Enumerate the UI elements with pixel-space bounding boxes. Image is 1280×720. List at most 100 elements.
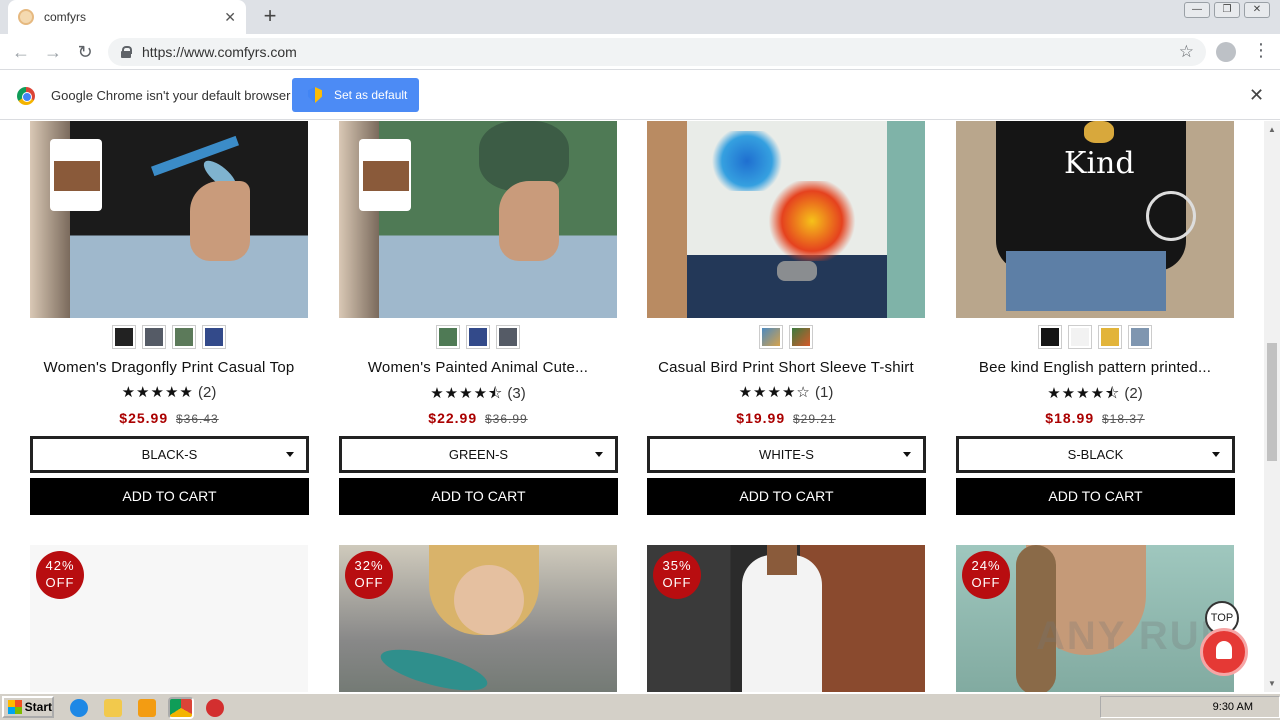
add-to-cart-button[interactable]: ADD TO CART xyxy=(956,478,1235,515)
profile-avatar[interactable] xyxy=(1216,42,1236,62)
product-image[interactable] xyxy=(30,121,308,318)
color-swatches xyxy=(339,325,617,349)
product-prices: $25.99 $36.43 xyxy=(30,410,308,426)
variant-value: GREEN-S xyxy=(448,447,509,462)
reload-button[interactable]: ↻ xyxy=(74,41,96,63)
folder-icon[interactable] xyxy=(104,699,122,717)
address-bar[interactable]: https://www.comfyrs.com ☆ xyxy=(108,38,1206,66)
forward-button[interactable]: → xyxy=(42,41,64,63)
variant-select[interactable]: WHITE-S xyxy=(647,436,926,473)
product-card[interactable]: 32% OFF xyxy=(339,545,617,692)
back-button[interactable]: ← xyxy=(10,41,32,63)
variant-value: BLACK-S xyxy=(141,447,198,462)
discount-off: OFF xyxy=(45,575,75,590)
tab-close-icon[interactable]: ✕ xyxy=(224,9,236,26)
add-to-cart-button[interactable]: ADD TO CART xyxy=(339,478,618,515)
product-prices: $22.99 $36.99 xyxy=(339,410,617,426)
color-swatches xyxy=(30,325,308,349)
swatch[interactable] xyxy=(496,325,520,349)
original-price: $36.99 xyxy=(485,412,528,426)
chrome-logo-icon xyxy=(17,87,35,105)
review-count: (2) xyxy=(198,384,217,401)
discount-off: OFF xyxy=(662,575,692,590)
sale-price: $25.99 xyxy=(119,410,169,426)
product-rating: ★★★★⯪ (2) xyxy=(956,383,1234,408)
product-name[interactable]: Women's Painted Animal Cute... xyxy=(339,359,617,376)
product-card[interactable]: 35% OFF xyxy=(647,545,925,692)
swatch[interactable] xyxy=(466,325,490,349)
browser-menu-icon[interactable]: ⋮ xyxy=(1252,40,1270,61)
rating-stars: ★★★★★ xyxy=(121,384,194,401)
sale-price: $22.99 xyxy=(428,410,478,426)
site-favicon-icon xyxy=(18,9,34,25)
notification-bell-icon[interactable] xyxy=(1200,628,1248,676)
restore-button[interactable]: ❐ xyxy=(1214,2,1240,18)
discount-badge: 35% OFF xyxy=(653,551,701,599)
start-label: Start xyxy=(24,700,52,714)
swatch[interactable] xyxy=(1098,325,1122,349)
sale-price: $19.99 xyxy=(736,410,786,426)
alert-icon[interactable] xyxy=(206,699,224,717)
set-as-default-label: Set as default xyxy=(334,88,408,102)
product-image[interactable] xyxy=(339,121,617,318)
swatch[interactable] xyxy=(112,325,136,349)
product-image[interactable]: Kind xyxy=(956,121,1234,318)
page-scrollbar[interactable]: ▲ ▼ xyxy=(1264,121,1280,692)
lock-icon xyxy=(120,46,132,58)
scrollbar-thumb[interactable] xyxy=(1267,343,1277,461)
product-rating: ★★★★★ (2) xyxy=(30,383,308,401)
rating-stars: ★★★★⯪ xyxy=(430,385,504,402)
add-to-cart-button[interactable]: ADD TO CART xyxy=(647,478,926,515)
media-player-icon[interactable] xyxy=(138,699,156,717)
color-swatches xyxy=(956,325,1234,349)
chevron-down-icon xyxy=(903,452,911,457)
product-name[interactable]: Casual Bird Print Short Sleeve T-shirt xyxy=(647,359,925,376)
variant-select[interactable]: BLACK-S xyxy=(30,436,309,473)
product-card[interactable]: 42% OFF xyxy=(30,545,308,692)
review-count: (2) xyxy=(1124,385,1143,402)
bookmark-star-icon[interactable]: ☆ xyxy=(1179,42,1194,62)
variant-value: S-BLACK xyxy=(1067,447,1124,462)
swatch[interactable] xyxy=(789,325,813,349)
windows-logo-icon xyxy=(8,700,22,714)
original-price: $29.21 xyxy=(793,412,836,426)
product-prices: $18.99 $18.37 xyxy=(956,410,1234,426)
product-name[interactable]: Women's Dragonfly Print Casual Top xyxy=(30,359,308,376)
window-close-button[interactable]: ✕ xyxy=(1244,2,1270,18)
url-text: https://www.comfyrs.com xyxy=(142,44,297,60)
ie-icon[interactable] xyxy=(70,699,88,717)
scroll-down-icon[interactable]: ▼ xyxy=(1268,679,1276,688)
variant-select[interactable]: GREEN-S xyxy=(339,436,618,473)
tab-title: comfyrs xyxy=(44,10,86,24)
swatch[interactable] xyxy=(142,325,166,349)
window-controls: — ❐ ✕ xyxy=(1184,2,1270,18)
scroll-up-icon[interactable]: ▲ xyxy=(1268,125,1276,134)
product-image[interactable] xyxy=(647,121,925,318)
new-tab-button[interactable]: + xyxy=(258,5,282,29)
swatch[interactable] xyxy=(759,325,783,349)
swatch[interactable] xyxy=(1128,325,1152,349)
chevron-down-icon xyxy=(595,452,603,457)
discount-percent: 32% xyxy=(354,558,384,573)
default-browser-infobar: Google Chrome isn't your default browser… xyxy=(0,71,1280,120)
minimize-button[interactable]: — xyxy=(1184,2,1210,18)
chrome-taskbar-icon[interactable] xyxy=(168,697,194,719)
browser-tab[interactable]: comfyrs ✕ xyxy=(8,0,246,34)
product-name[interactable]: Bee kind English pattern printed... xyxy=(956,359,1234,376)
swatch[interactable] xyxy=(436,325,460,349)
discount-off: OFF xyxy=(971,575,1001,590)
rating-stars: ★★★★☆ xyxy=(738,384,811,401)
add-to-cart-button[interactable]: ADD TO CART xyxy=(30,478,309,515)
variant-select[interactable]: S-BLACK xyxy=(956,436,1235,473)
swatch[interactable] xyxy=(1068,325,1092,349)
discount-badge: 24% OFF xyxy=(962,551,1010,599)
start-button[interactable]: Start xyxy=(2,696,54,718)
swatch[interactable] xyxy=(202,325,226,349)
swatch[interactable] xyxy=(1038,325,1062,349)
swatch[interactable] xyxy=(172,325,196,349)
chevron-down-icon xyxy=(286,452,294,457)
infobar-message: Google Chrome isn't your default browser xyxy=(51,88,291,103)
set-as-default-button[interactable]: Set as default xyxy=(292,78,419,112)
infobar-close-icon[interactable]: ✕ xyxy=(1249,85,1264,106)
product-prices: $19.99 $29.21 xyxy=(647,410,925,426)
